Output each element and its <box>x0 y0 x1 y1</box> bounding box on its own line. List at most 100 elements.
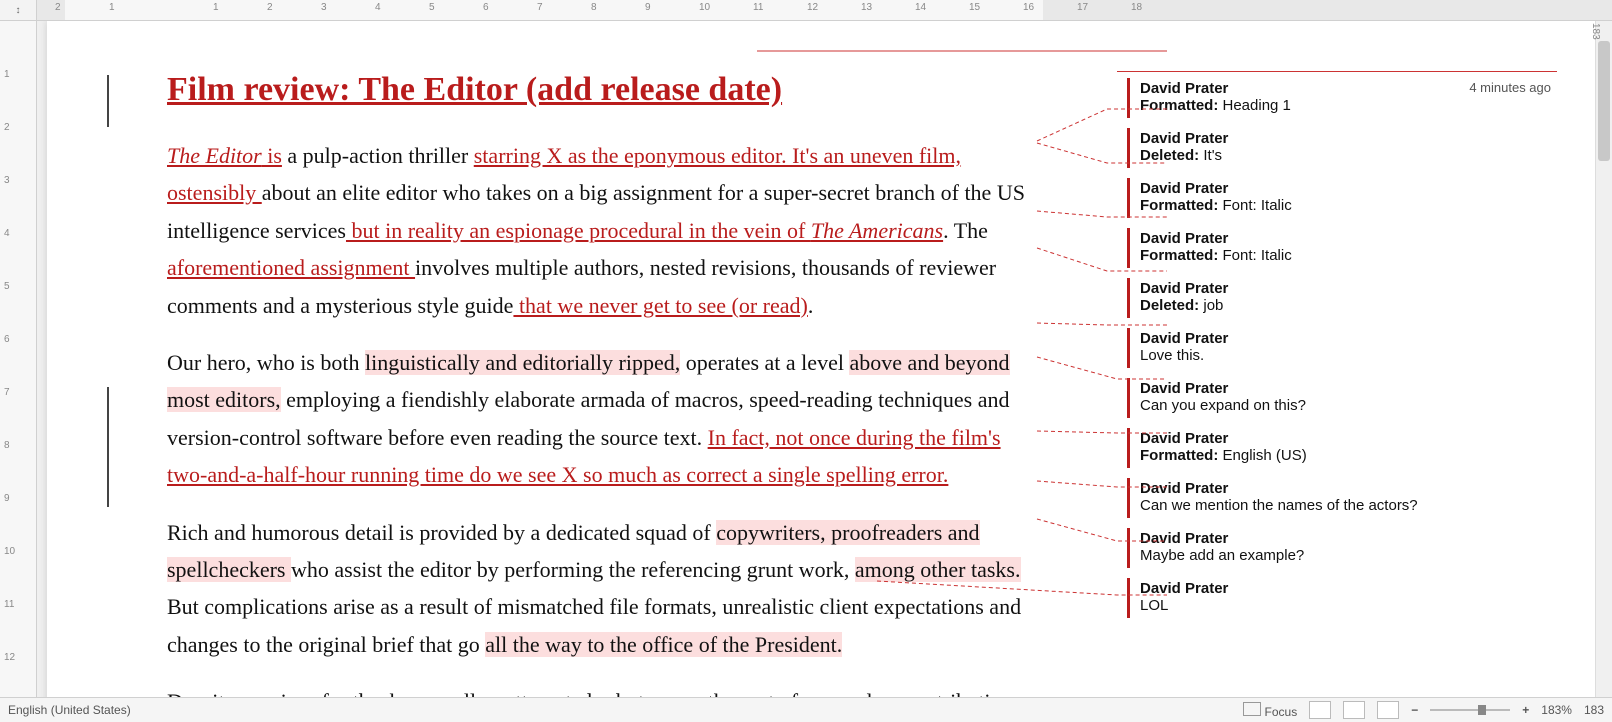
highlighted-text: all the way to the office of the Preside… <box>485 632 842 657</box>
paragraph[interactable]: The Editor is a pulp-action thriller sta… <box>167 137 1037 324</box>
ruler-tick-label: 2 <box>55 2 61 13</box>
revision-value: English (US) <box>1218 447 1306 464</box>
ruler-tick-label: 3 <box>321 2 327 13</box>
revision-formatted[interactable]: David PraterFormatted: English (US) <box>1127 428 1557 468</box>
paragraph[interactable]: Despite a series of setbacks as well as … <box>167 683 1037 697</box>
ruler-tick-label: 1 <box>4 69 10 80</box>
ruler-tick-label: 1 <box>109 2 115 13</box>
comment-author: David Prater <box>1140 530 1549 547</box>
body-text: . The <box>943 218 988 243</box>
ruler-tick-label: 1 <box>213 2 219 13</box>
revision-label: Formatted: <box>1140 447 1218 464</box>
comment-item[interactable]: David PraterLOL <box>1127 578 1557 618</box>
comment-author: David Prater <box>1140 380 1549 397</box>
horizontal-ruler[interactable]: ↕ 21123456789101112131415161718 <box>0 0 1612 21</box>
zoom-level[interactable]: 183% <box>1541 703 1572 717</box>
body-text: operates at a level <box>680 350 849 375</box>
ruler-tick-label: 10 <box>4 546 15 557</box>
comment-author: David Prater <box>1140 280 1549 297</box>
document-heading[interactable]: Film review: The Editor (add release dat… <box>167 71 1037 109</box>
revision-formatted[interactable]: David PraterFormatted: Font: Italic <box>1127 228 1557 268</box>
focus-label: Focus <box>1265 705 1298 719</box>
paragraph[interactable]: Our hero, who is both linguistically and… <box>167 344 1037 494</box>
comment-text: Can you expand on this? <box>1140 397 1549 414</box>
ruler-corner: ↕ <box>0 0 37 20</box>
comment-author: David Prater <box>1140 180 1549 197</box>
inserted-text: that we never get to see (or read) <box>513 293 807 318</box>
revision-bar <box>107 387 109 507</box>
revision-label: Formatted: <box>1140 247 1218 264</box>
ruler-tick-label: 4 <box>375 2 381 13</box>
ruler-tick-label: 7 <box>4 387 10 398</box>
document-scroll-area[interactable]: Film review: The Editor (add release dat… <box>37 21 1595 697</box>
inserted-text: but in reality an espionage procedural i… <box>346 218 811 243</box>
ruler-tick-label: 15 <box>969 2 980 13</box>
revision-deleted[interactable]: David PraterDeleted: It's <box>1127 128 1557 168</box>
scroll-label: 183 <box>1590 23 1601 40</box>
document-page: Film review: The Editor (add release dat… <box>47 21 1595 697</box>
comment-item[interactable]: David PraterCan you expand on this? <box>1127 378 1557 418</box>
ruler-tick-label: 7 <box>537 2 543 13</box>
ruler-tick-label: 2 <box>4 122 10 133</box>
zoom-slider-thumb[interactable] <box>1478 705 1486 715</box>
inserted-text: The Editor <box>167 143 262 168</box>
ruler-tick-label: 6 <box>4 334 10 345</box>
ruler-tick-label: 12 <box>807 2 818 13</box>
comment-author: David Prater <box>1140 130 1549 147</box>
comment-author: David Prater <box>1140 430 1549 447</box>
revision-value: It's <box>1199 147 1222 164</box>
web-layout-button[interactable] <box>1377 701 1399 719</box>
zoom-out-button[interactable]: − <box>1411 703 1418 717</box>
revision-bar <box>107 75 109 127</box>
ruler-tick-label: 8 <box>591 2 597 13</box>
ruler-tick-label: 13 <box>861 2 872 13</box>
zoom-slider[interactable] <box>1430 709 1510 711</box>
ruler-tick-label: 3 <box>4 175 10 186</box>
status-bar: English (United States) Focus − + 183% 1… <box>0 697 1612 722</box>
ruler-tick-label: 17 <box>1077 2 1088 13</box>
ruler-tick-label: 10 <box>699 2 710 13</box>
body-text: a pulp-action thriller <box>282 143 474 168</box>
comment-item[interactable]: David PraterMaybe add an example? <box>1127 528 1557 568</box>
highlighted-text: among other tasks. <box>855 557 1021 582</box>
language-indicator[interactable]: English (United States) <box>8 703 131 717</box>
ruler-tick-label: 16 <box>1023 2 1034 13</box>
ruler-tick-label: 11 <box>4 599 14 610</box>
comment-text: LOL <box>1140 597 1549 614</box>
vertical-scrollbar[interactable]: 183 <box>1595 21 1612 697</box>
zoom-in-button[interactable]: + <box>1522 703 1529 717</box>
ruler-tick-label: 5 <box>4 281 10 292</box>
body-text: Rich and humorous detail is provided by … <box>167 520 716 545</box>
comment-item[interactable]: David PraterLove this. <box>1127 328 1557 368</box>
comment-item[interactable]: David PraterCan we mention the names of … <box>1127 478 1557 518</box>
comment-author: David Prater <box>1140 330 1549 347</box>
body-text: . <box>808 293 814 318</box>
highlighted-text: linguistically and editorially ripped, <box>365 350 680 375</box>
revisions-pane-rule <box>1117 71 1557 72</box>
inserted-text: The Americans <box>811 218 943 243</box>
inserted-text: aforementioned assignment <box>167 255 415 280</box>
ruler-tick-label: 9 <box>645 2 651 13</box>
print-layout-button[interactable] <box>1343 701 1365 719</box>
revision-deleted[interactable]: David PraterDeleted: job <box>1127 278 1557 318</box>
ruler-tick-label: 12 <box>4 652 15 663</box>
focus-icon <box>1243 702 1261 716</box>
revision-value: Heading 1 <box>1218 97 1291 114</box>
paragraph[interactable]: Rich and humorous detail is provided by … <box>167 514 1037 664</box>
revision-label: Deleted: <box>1140 297 1199 314</box>
ruler-tick-label: 18 <box>1131 2 1142 13</box>
revision-label: Formatted: <box>1140 97 1218 114</box>
scrollbar-thumb[interactable] <box>1598 41 1610 161</box>
revision-label: Deleted: <box>1140 147 1199 164</box>
inserted-text: is <box>262 143 282 168</box>
ruler-tick-label: 8 <box>4 440 10 451</box>
comment-author: David Prater <box>1140 480 1549 497</box>
focus-mode-button[interactable]: Focus <box>1243 702 1297 719</box>
read-mode-button[interactable] <box>1309 701 1331 719</box>
revision-formatted[interactable]: David PraterFormatted: Font: Italic <box>1127 178 1557 218</box>
body-text: Despite a series of setbacks as well as … <box>167 689 1013 697</box>
revision-formatted[interactable]: David Prater4 minutes agoFormatted: Head… <box>1127 78 1557 118</box>
vertical-ruler[interactable]: 123456789101112 <box>0 21 37 697</box>
ruler-tick-label: 2 <box>267 2 273 13</box>
body-text: who assist the editor by performing the … <box>291 557 855 582</box>
